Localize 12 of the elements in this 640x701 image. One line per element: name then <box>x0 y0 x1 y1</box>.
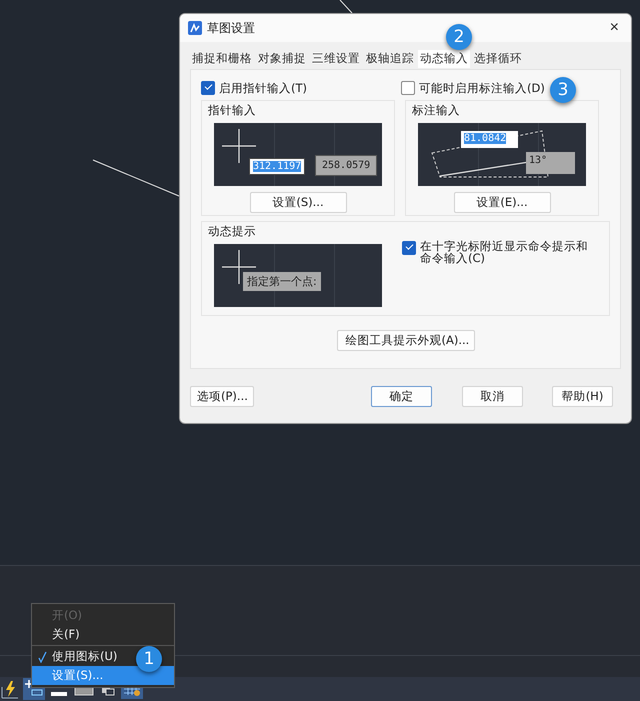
preview-value: 81.0842 <box>461 130 518 148</box>
group-title: 动态提示 <box>208 224 257 240</box>
checkbox-label: 在十字光标附近显示命令提示和命令输入(C) <box>420 240 589 264</box>
command-prompt: 指定第一个点: <box>243 272 321 291</box>
window-title: 草图设置 <box>207 20 255 36</box>
preview-value: 312.1197 <box>249 158 306 175</box>
group-title: 指针输入 <box>208 103 256 119</box>
preview-angle: 13° <box>526 152 576 174</box>
group-title: 标注输入 <box>412 103 460 119</box>
checkbox-label: 可能时启用标注输入(D) <box>419 80 545 96</box>
preview-value: 258.0579 <box>315 154 378 176</box>
checkbox-label: 启用指针输入(T) <box>219 80 307 96</box>
